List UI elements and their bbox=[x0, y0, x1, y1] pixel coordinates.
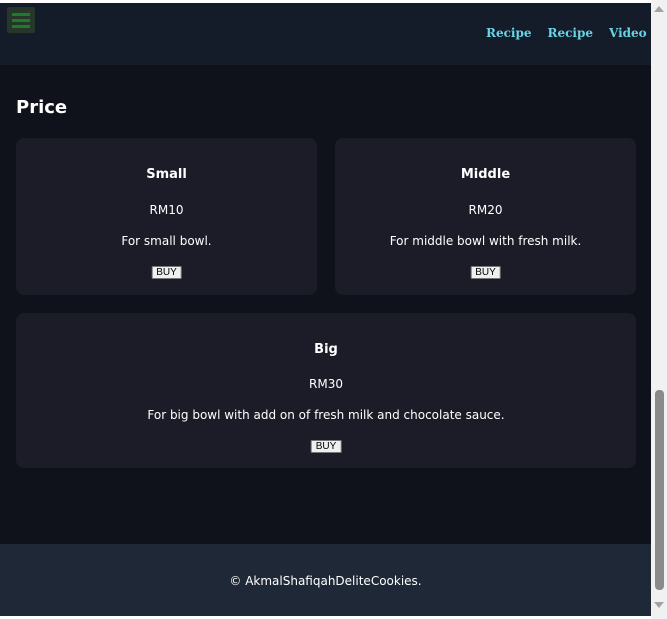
card-description: For big bowl with add on of fresh milk a… bbox=[147, 408, 505, 422]
price-section-title: Price bbox=[16, 97, 68, 118]
scroll-up-arrow-icon[interactable] bbox=[654, 6, 664, 12]
scroll-down-arrow-icon[interactable] bbox=[654, 602, 664, 608]
menu-line bbox=[12, 12, 30, 16]
page-footer: © AkmalShafiqahDeliteCookies. bbox=[0, 544, 651, 616]
menu-line bbox=[12, 18, 30, 22]
price-card-middle: Middle RM20 For middle bowl with fresh m… bbox=[335, 138, 636, 295]
buy-button-middle[interactable]: BUY bbox=[470, 266, 501, 279]
hamburger-menu-icon[interactable] bbox=[7, 7, 35, 33]
card-title: Big bbox=[314, 342, 338, 357]
card-description: For middle bowl with fresh milk. bbox=[389, 234, 582, 248]
menu-line bbox=[12, 24, 30, 28]
card-title: Small bbox=[146, 167, 187, 182]
scrollbar-thumb[interactable] bbox=[655, 390, 664, 590]
card-description: For small bowl. bbox=[121, 234, 212, 248]
nav-link-recipe[interactable]: Recipe bbox=[486, 26, 532, 40]
card-title: Middle bbox=[460, 167, 511, 182]
nav-link-video[interactable]: Video bbox=[609, 26, 647, 40]
price-card-small: Small RM10 For small bowl. BUY bbox=[16, 138, 317, 295]
buy-button-small[interactable]: BUY bbox=[151, 266, 182, 279]
card-price: RM10 bbox=[149, 203, 184, 217]
nav-link-recipe-2[interactable]: Recipe bbox=[548, 26, 594, 40]
card-price: RM30 bbox=[309, 377, 343, 391]
price-card-big: Big RM30 For big bowl with add on of fre… bbox=[16, 313, 636, 468]
header-bar: RecipeRecipeVideoF bbox=[0, 3, 651, 65]
page-viewport: RecipeRecipeVideoF Price Small RM10 For … bbox=[0, 3, 651, 616]
footer-copyright: © AkmalShafiqahDeliteCookies. bbox=[229, 574, 422, 588]
vertical-scrollbar[interactable] bbox=[651, 0, 667, 619]
card-price: RM20 bbox=[468, 203, 503, 217]
buy-button-big[interactable]: BUY bbox=[310, 440, 342, 453]
top-nav: RecipeRecipeVideoF bbox=[486, 26, 651, 40]
